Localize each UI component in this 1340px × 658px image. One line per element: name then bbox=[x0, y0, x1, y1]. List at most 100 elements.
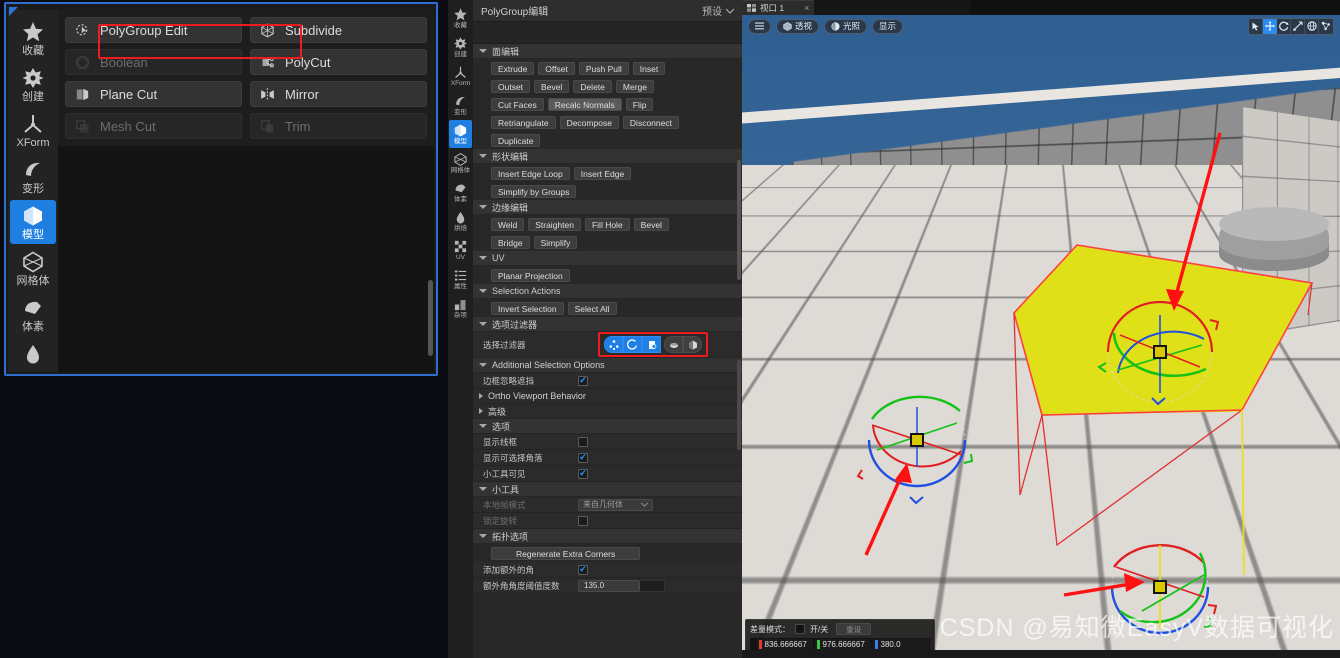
collapsed-section-header[interactable]: Ortho Viewport Behavior bbox=[473, 389, 742, 404]
delta-mode-checkbox[interactable] bbox=[795, 624, 805, 634]
tool-button-subdivide[interactable]: Subdivide bbox=[250, 17, 427, 43]
filter-button-vertex-filter[interactable] bbox=[604, 336, 623, 353]
reset-button[interactable]: 重设 bbox=[836, 623, 872, 635]
action-button-retriangulate[interactable]: Retriangulate bbox=[491, 116, 556, 129]
action-button-simplify-by-groups[interactable]: Simplify by Groups bbox=[491, 185, 577, 198]
action-button-merge[interactable]: Merge bbox=[615, 80, 654, 93]
palette-rail-item-创建[interactable]: 创建 bbox=[10, 62, 56, 106]
palette-rail-item-变形[interactable]: 变形 bbox=[10, 154, 56, 198]
tool-button-plane-cut[interactable]: Plane Cut bbox=[65, 81, 242, 107]
action-button-inset[interactable]: Inset bbox=[632, 62, 666, 75]
move-gizmo-icon[interactable] bbox=[1263, 18, 1277, 34]
local-frame-mode-select[interactable]: 来自几何体 bbox=[578, 498, 653, 511]
properties-rail-item-网格体[interactable]: 网格体 bbox=[449, 149, 472, 177]
property-checkbox[interactable] bbox=[578, 436, 588, 447]
action-button-planar-projection[interactable]: Planar Projection bbox=[491, 269, 570, 282]
section-header[interactable]: 形状编辑 bbox=[473, 149, 742, 164]
section-header[interactable]: UV bbox=[473, 251, 742, 266]
properties-rail-item-模型[interactable]: 模型 bbox=[449, 120, 472, 148]
filter-button-edge-filter[interactable] bbox=[623, 336, 642, 353]
action-button-bevel[interactable]: Bevel bbox=[633, 218, 669, 231]
coord-z[interactable]: 380.0 bbox=[873, 639, 929, 650]
action-button-recalc-normals[interactable]: Recalc Normals bbox=[547, 98, 622, 111]
properties-rail-item-收藏[interactable]: 收藏 bbox=[449, 4, 472, 32]
viewport-tab[interactable]: 视口 1 × bbox=[742, 0, 815, 15]
angle-threshold-input[interactable]: 135.0 bbox=[578, 579, 640, 592]
preset-dropdown[interactable]: 预设 bbox=[702, 3, 734, 18]
property-checkbox[interactable] bbox=[578, 564, 588, 575]
action-button-insert-edge[interactable]: Insert Edge bbox=[573, 167, 632, 180]
properties-scrollbar[interactable] bbox=[737, 160, 741, 280]
section-header[interactable]: 选项过滤器 bbox=[473, 317, 742, 332]
section-header[interactable]: 小工具 bbox=[473, 482, 742, 497]
collapsed-section-header[interactable]: 高级 bbox=[473, 404, 742, 419]
select-cursor-icon[interactable] bbox=[1249, 18, 1263, 34]
action-button-duplicate[interactable]: Duplicate bbox=[491, 134, 541, 147]
viewport-perspective-button[interactable]: 透视 bbox=[776, 18, 820, 34]
action-button-weld[interactable]: Weld bbox=[491, 218, 525, 231]
palette-rail-item-bake-drop-icon[interactable] bbox=[10, 338, 56, 369]
coord-x[interactable]: 836.666667 bbox=[757, 639, 813, 650]
action-button-insert-edge-loop[interactable]: Insert Edge Loop bbox=[491, 167, 570, 180]
action-button-offset[interactable]: Offset bbox=[538, 62, 575, 75]
viewport-lighting-button[interactable]: 光照 bbox=[824, 18, 868, 34]
properties-rail-item-变形[interactable]: 变形 bbox=[449, 91, 472, 119]
viewport-menu-button[interactable] bbox=[748, 18, 771, 34]
action-button-straighten[interactable]: Straighten bbox=[528, 218, 581, 231]
tool-button-polycut[interactable]: PolyCut bbox=[250, 49, 427, 75]
regenerate-extra-corners-button[interactable]: Regenerate Extra Corners bbox=[491, 547, 641, 560]
property-checkbox[interactable] bbox=[578, 515, 588, 526]
viewport-tab-close-icon[interactable]: × bbox=[804, 3, 809, 13]
properties-rail-item-创建[interactable]: 创建 bbox=[449, 33, 472, 61]
action-button-outset[interactable]: Outset bbox=[491, 80, 531, 93]
action-button-fill-hole[interactable]: Fill Hole bbox=[584, 218, 630, 231]
properties-rail-item-属性[interactable]: 属性 bbox=[449, 265, 472, 293]
rotate-gizmo-icon[interactable] bbox=[1277, 18, 1291, 34]
properties-scrollbar-secondary[interactable] bbox=[737, 360, 741, 450]
section-header[interactable]: 面编辑 bbox=[473, 44, 742, 59]
scale-gizmo-icon[interactable] bbox=[1291, 18, 1305, 34]
section-header[interactable]: Additional Selection Options bbox=[473, 358, 742, 373]
palette-rail-item-收藏[interactable]: 收藏 bbox=[10, 16, 56, 60]
section-header[interactable]: Selection Actions bbox=[473, 284, 742, 299]
properties-rail-item-烘焙[interactable]: 烘焙 bbox=[449, 207, 472, 235]
action-button-extrude[interactable]: Extrude bbox=[491, 62, 535, 75]
action-button-disconnect[interactable]: Disconnect bbox=[622, 116, 679, 129]
palette-rail-item-XForm[interactable]: XForm bbox=[10, 108, 56, 152]
properties-rail-item-杂项[interactable]: 杂项 bbox=[449, 294, 472, 322]
snap-icon[interactable] bbox=[1319, 19, 1333, 34]
section-header[interactable]: 边缘编辑 bbox=[473, 200, 742, 215]
action-button-invert-selection[interactable]: Invert Selection bbox=[491, 302, 564, 315]
action-button-select-all[interactable]: Select All bbox=[567, 302, 617, 315]
property-checkbox[interactable] bbox=[578, 468, 588, 479]
action-button-push-pull[interactable]: Push Pull bbox=[578, 62, 629, 75]
action-button-flip[interactable]: Flip bbox=[625, 98, 654, 111]
properties-rail-item-UV[interactable]: UV bbox=[449, 236, 472, 264]
palette-rail-item-网格体[interactable]: 网格体 bbox=[10, 246, 56, 290]
action-button-bridge[interactable]: Bridge bbox=[491, 236, 530, 249]
properties-rail-item-XForm[interactable]: XForm bbox=[449, 62, 472, 90]
tool-button-polygroup-edit[interactable]: PolyGroup Edit bbox=[65, 17, 242, 43]
number-slider-track[interactable] bbox=[640, 579, 665, 592]
palette-scrollbar[interactable] bbox=[428, 280, 433, 356]
filter-button-face-filter[interactable] bbox=[642, 336, 661, 353]
section-header[interactable]: 选项 bbox=[473, 419, 742, 434]
coord-y[interactable]: 976.666667 bbox=[815, 639, 871, 650]
property-checkbox[interactable] bbox=[578, 375, 588, 386]
viewport-3d-stage[interactable]: 透视 光照 显示 差量模式： 开/关 重设 836.666667 976.666… bbox=[742, 15, 1340, 658]
properties-rail-item-体素[interactable]: 体素 bbox=[449, 178, 472, 206]
tool-button-mirror[interactable]: Mirror bbox=[250, 81, 427, 107]
viewport-show-button[interactable]: 显示 bbox=[872, 18, 904, 34]
action-button-simplify[interactable]: Simplify bbox=[533, 236, 578, 249]
action-button-cut-faces[interactable]: Cut Faces bbox=[491, 98, 544, 111]
palette-rail-item-模型[interactable]: 模型 bbox=[10, 200, 56, 244]
palette-rail-item-体素[interactable]: 体素 bbox=[10, 292, 56, 336]
section-header[interactable]: 拓扑选项 bbox=[473, 529, 742, 544]
action-button-bevel[interactable]: Bevel bbox=[534, 80, 570, 93]
world-coords-icon[interactable] bbox=[1305, 18, 1319, 34]
action-button-decompose[interactable]: Decompose bbox=[559, 116, 619, 129]
property-checkbox[interactable] bbox=[578, 452, 588, 463]
filter-button-mesh-filter[interactable] bbox=[664, 336, 683, 353]
filter-button-group-filter[interactable] bbox=[683, 336, 702, 353]
action-button-delete[interactable]: Delete bbox=[573, 80, 612, 93]
